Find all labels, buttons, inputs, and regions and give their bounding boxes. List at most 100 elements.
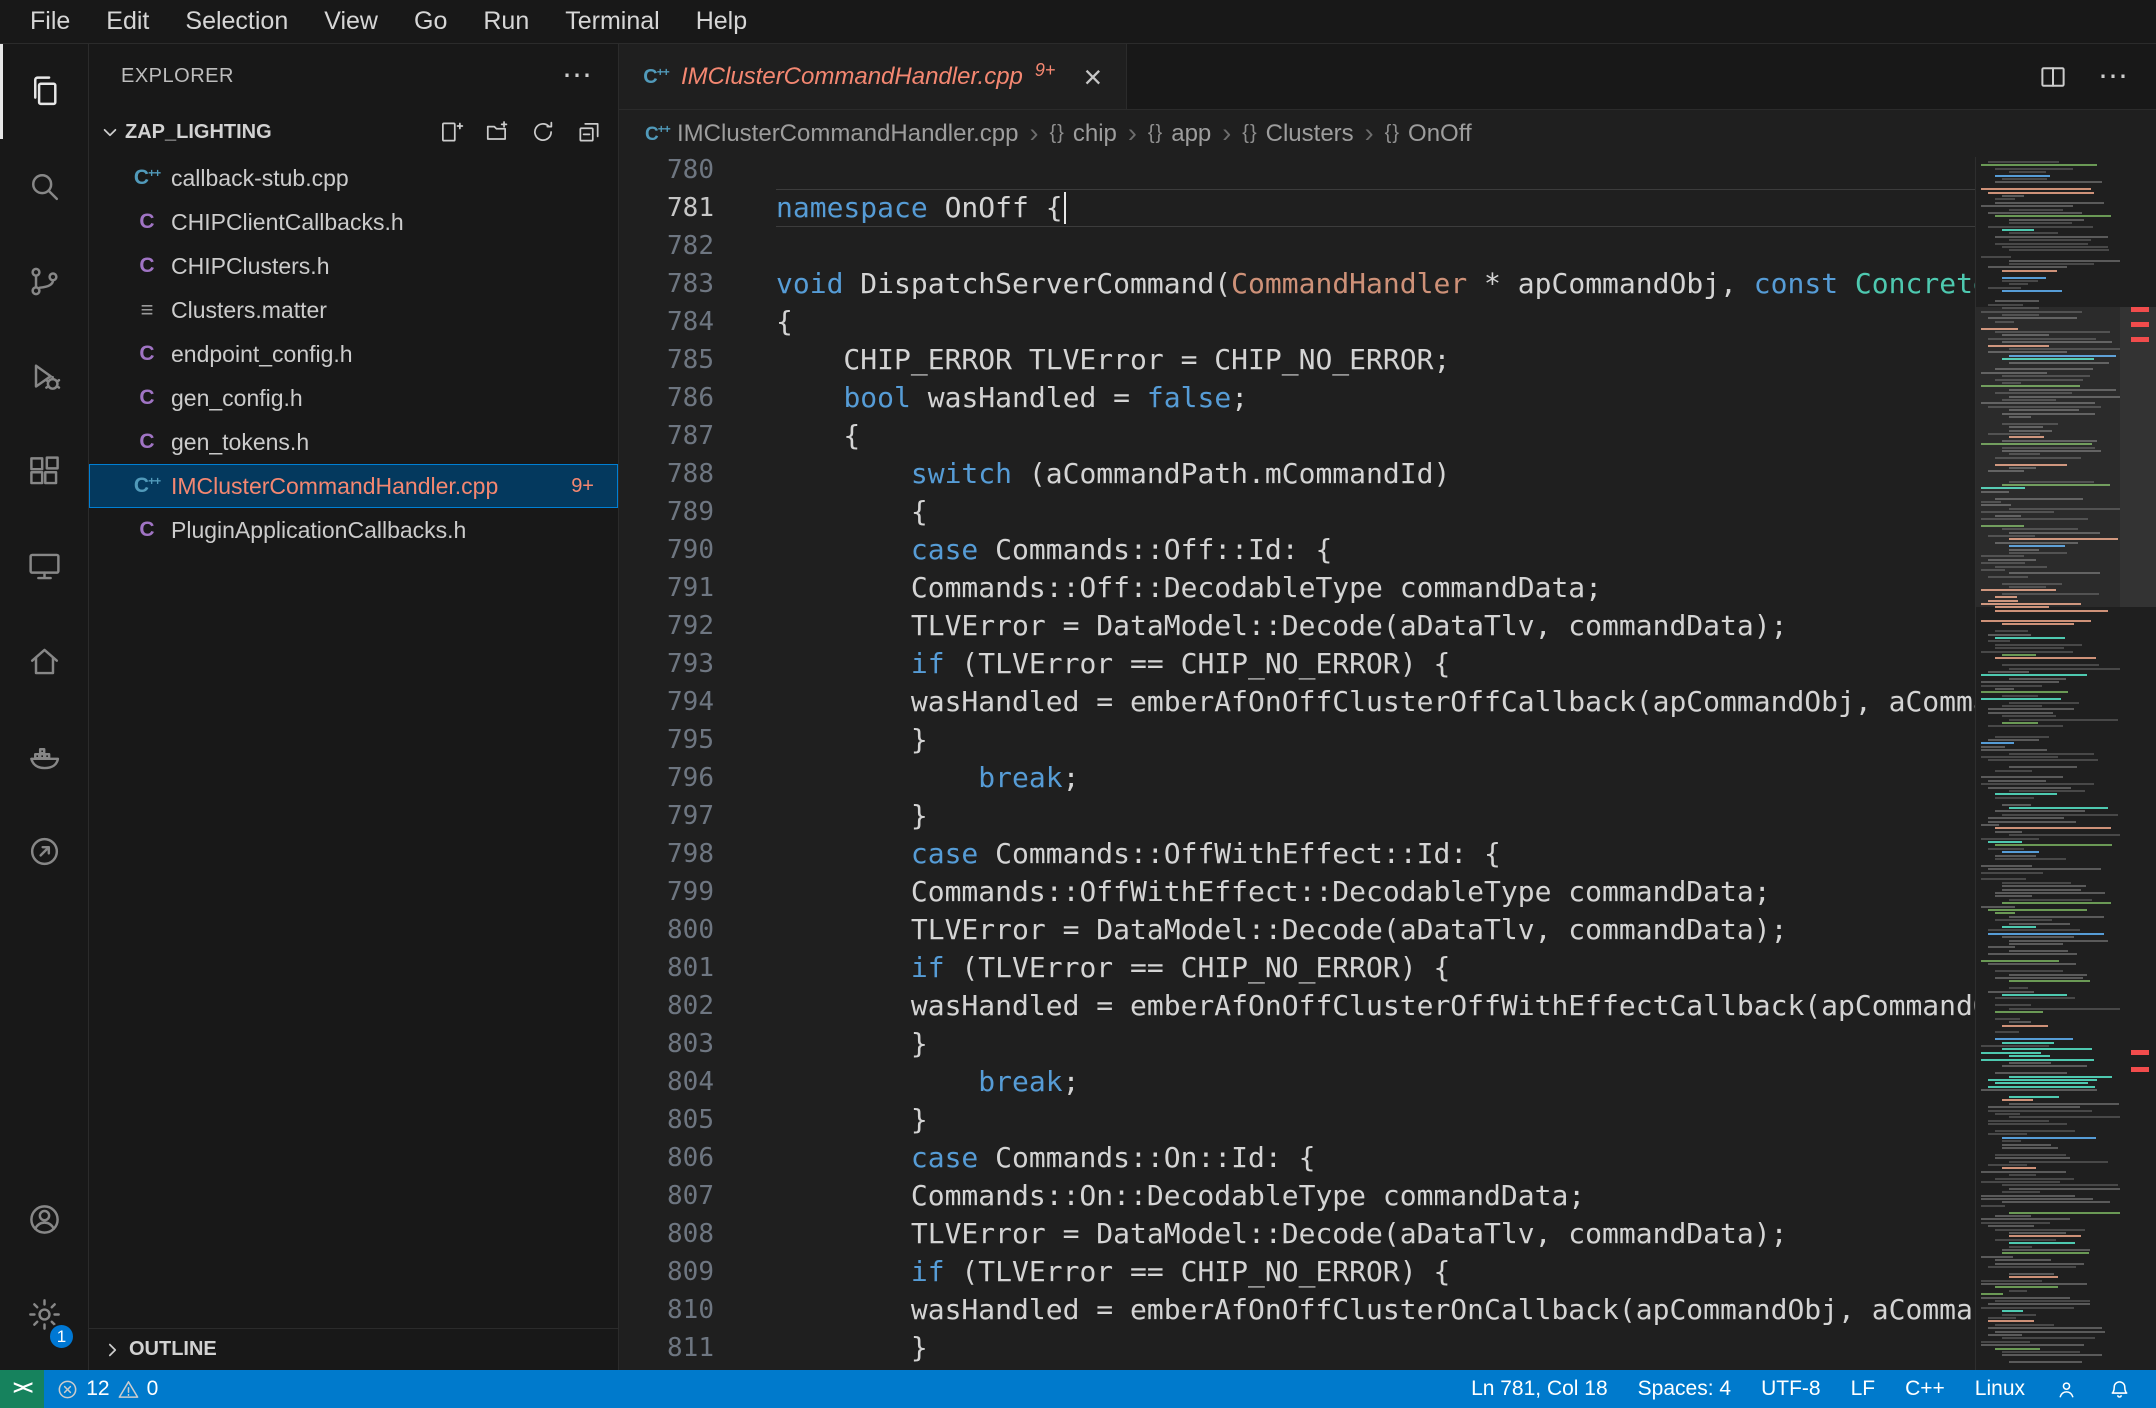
code-line-801[interactable]: 801 if (TLVError == CHIP_NO_ERROR) { [619,949,1975,987]
code-line-804[interactable]: 804 break; [619,1063,1975,1101]
code-line-782[interactable]: 782 [619,227,1975,265]
code-line-803[interactable]: 803 } [619,1025,1975,1063]
file-gen_tokens.h[interactable]: Cgen_tokens.h [89,420,618,464]
code-line-802[interactable]: 802 wasHandled = emberAfOnOffClusterOffW… [619,987,1975,1025]
activity-docker[interactable] [0,709,88,804]
menu-view[interactable]: View [306,0,396,43]
code-line-806[interactable]: 806 case Commands::On::Id: { [619,1139,1975,1177]
file-CHIPClusters.h[interactable]: C CHIPClusters.h [89,244,618,288]
file-Clusters.matter[interactable]: ≡ Clusters.matter [89,288,618,332]
menu-file[interactable]: File [12,0,88,43]
code-line-789[interactable]: 789 { [619,493,1975,531]
file-endpoint_config.h[interactable]: Cendpoint_config.h [89,332,618,376]
status-feedback[interactable] [2040,1370,2093,1408]
activity-source-control[interactable] [0,234,88,329]
minimap-slider[interactable] [1976,307,2120,607]
minimap[interactable] [1975,157,2120,1370]
outline-section[interactable]: OUTLINE [89,1328,618,1370]
code-line-798[interactable]: 798 case Commands::OffWithEffect::Id: { [619,835,1975,873]
close-icon[interactable]: × [1083,61,1102,93]
file-gen_config.h[interactable]: Cgen_config.h [89,376,618,420]
line-number: 794 [667,687,714,717]
menu-edit[interactable]: Edit [88,0,167,43]
file-callback-stub.cpp[interactable]: C++ callback-stub.cpp [89,156,618,200]
code-line-797[interactable]: 797 } [619,797,1975,835]
problems-status[interactable]: 12 0 [44,1370,170,1408]
line-number: 810 [667,1295,714,1325]
activity-explorer[interactable] [0,44,88,139]
crumb-imclustercommandhandler.cpp[interactable]: C++ IMClusterCommandHandler.cpp [645,120,1018,148]
new-folder-button[interactable] [484,119,510,145]
crumb-clusters[interactable]: {} Clusters [1242,120,1353,148]
tab-imclustercommandhandler[interactable]: C++ IMClusterCommandHandler.cpp 9+ × [619,44,1128,109]
menu-go[interactable]: Go [396,0,465,43]
code-line-786[interactable]: 786 bool wasHandled = false; [619,379,1975,417]
status-eol[interactable]: LF [1836,1370,1891,1408]
code-line-809[interactable]: 809 if (TLVError == CHIP_NO_ERROR) { [619,1253,1975,1291]
status-language-mode[interactable]: C++ [1890,1370,1960,1408]
h-file-icon: C [139,386,155,409]
editor-more-icon[interactable]: ⋯ [2098,61,2128,92]
folder-section-header[interactable]: ZAP_LIGHTING [89,108,618,156]
code-line-781[interactable]: 781 namespace OnOff { [619,189,1975,227]
menu-help[interactable]: Help [678,0,765,43]
status-indentation[interactable]: Spaces: 4 [1623,1370,1746,1408]
code-line-793[interactable]: 793 if (TLVError == CHIP_NO_ERROR) { [619,645,1975,683]
collapse-all-button[interactable] [576,119,602,145]
remote-indicator[interactable]: >< [0,1370,45,1408]
file-IMClusterCommandHandler.cpp[interactable]: C++ IMClusterCommandHandler.cpp 9+ [89,464,618,508]
code-line-783[interactable]: 783 void DispatchServerCommand(CommandHan… [619,265,1975,303]
code-line-780[interactable]: 780 [619,157,1975,189]
line-number: 789 [667,497,714,527]
crumb-onoff[interactable]: {} OnOff [1385,120,1472,148]
chevron-down-icon [103,128,117,137]
status-cursor-position[interactable]: Ln 781, Col 18 [1456,1370,1623,1408]
code-line-794[interactable]: 794 wasHandled = emberAfOnOffClusterOffC… [619,683,1975,721]
code-line-784[interactable]: 784 { [619,303,1975,341]
code-line-795[interactable]: 795 } [619,721,1975,759]
menu-terminal[interactable]: Terminal [547,0,677,43]
file-PluginApplicationCallbacks.h[interactable]: C PluginApplicationCallbacks.h [89,508,618,552]
line-content: wasHandled = emberAfOnOffClusterOffCallb… [910,685,1975,718]
refresh-button[interactable] [530,119,556,145]
code-line-807[interactable]: 807 Commands::On::DecodableType commandD… [619,1177,1975,1215]
new-file-button[interactable] [438,119,464,145]
activity-run-debug[interactable] [0,329,88,424]
line-number: 795 [667,725,714,755]
activity-accounts[interactable] [0,1172,88,1267]
code-line-792[interactable]: 792 TLVError = DataModel::Decode(aDataTl… [619,607,1975,645]
file-CHIPClientCallbacks.h[interactable]: C CHIPClientCallbacks.h [89,200,618,244]
activity-remote-explorer[interactable] [0,519,88,614]
status-bell[interactable] [2093,1370,2146,1408]
menu-selection[interactable]: Selection [167,0,306,43]
crumb-label: Clusters [1265,119,1354,147]
code-line-787[interactable]: 787 { [619,417,1975,455]
split-editor-icon [2041,66,2065,87]
menu-run[interactable]: Run [465,0,547,43]
scrollbar-thumb[interactable] [2120,307,2156,607]
code-line-790[interactable]: 790 case Commands::Off::Id: { [619,531,1975,569]
activity-live-share[interactable] [0,804,88,899]
activity-extensions[interactable] [0,424,88,519]
status-remote-os[interactable]: Linux [1960,1370,2040,1408]
activity-search[interactable] [0,139,88,234]
code-line-796[interactable]: 796 break; [619,759,1975,797]
code-line-808[interactable]: 808 TLVError = DataModel::Decode(aDataTl… [619,1215,1975,1253]
crumb-app[interactable]: {} app [1148,120,1211,148]
split-editor-button[interactable] [2038,62,2068,92]
activity-settings[interactable]: 1 [0,1267,88,1362]
code-line-791[interactable]: 791 Commands::Off::DecodableType command… [619,569,1975,607]
code-line-805[interactable]: 805 } [619,1101,1975,1139]
code-line-810[interactable]: 810 wasHandled = emberAfOnOffClusterOnCa… [619,1291,1975,1329]
code-line-799[interactable]: 799 Commands::OffWithEffect::DecodableTy… [619,873,1975,911]
error-mark [2131,337,2149,342]
code-line-785[interactable]: 785 CHIP_ERROR TLVError = CHIP_NO_ERROR; [619,341,1975,379]
activity-home[interactable] [0,614,88,709]
code-line-800[interactable]: 800 TLVError = DataModel::Decode(aDataTl… [619,911,1975,949]
status-encoding[interactable]: UTF-8 [1746,1370,1836,1408]
overview-ruler[interactable] [2120,157,2156,1370]
code-line-788[interactable]: 788 switch (aCommandPath.mCommandId) [619,455,1975,493]
explorer-more-icon[interactable]: ⋯ [562,61,592,91]
code-line-811[interactable]: 811 } [619,1329,1975,1367]
crumb-chip[interactable]: {} chip [1049,120,1116,148]
